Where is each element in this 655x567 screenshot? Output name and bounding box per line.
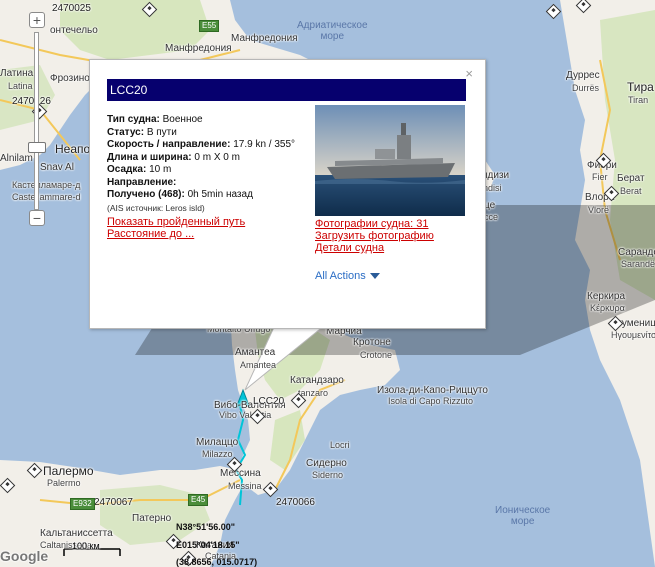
detail-value: В пути	[146, 126, 177, 138]
map-label-city: Керкира	[587, 291, 626, 302]
detail-label: Получено (468):	[107, 189, 185, 200]
map-label-city: Сидерно	[306, 458, 347, 469]
detail-row-destination: Направление:	[107, 177, 302, 190]
detail-value: 10 m	[149, 164, 172, 175]
upload-photo-link[interactable]: Загрузить фотографию	[315, 230, 475, 242]
show-track-link[interactable]: Показать пройденный путь	[107, 216, 302, 228]
map-label-city: Патерно	[132, 513, 172, 524]
map-label-city: Палермо	[43, 464, 94, 478]
vessel-details-link[interactable]: Детали судна	[315, 242, 475, 254]
detail-label: Осадка:	[107, 164, 147, 175]
detail-value: 0h 5min назад	[187, 189, 253, 200]
map-label-city: Tiran	[628, 95, 649, 105]
map-label-city: Манфредония	[165, 43, 232, 54]
map-label-city: Vlorë	[588, 205, 610, 215]
zoom-in-button[interactable]: +	[29, 12, 45, 28]
map-label-city: Тира	[627, 80, 654, 94]
vessel-details: Тип судна: Военное Статус: В пути Скорос…	[107, 114, 302, 240]
detail-label: Длина и ширина:	[107, 151, 192, 163]
google-logo: Google	[0, 548, 49, 564]
detail-row-status: Статус: В пути	[107, 127, 302, 140]
map-label-city: Катандзаро	[290, 375, 344, 386]
road-sign: E932	[70, 498, 95, 510]
vessel-label[interactable]: LCC20	[253, 396, 284, 407]
map-label-city: Мессина	[220, 468, 261, 479]
detail-row-speed: Скорость / направление: 17.9 kn / 355°	[107, 139, 302, 152]
detail-value: 0 m X 0 m	[194, 151, 240, 163]
all-actions-label: All Actions	[315, 270, 366, 282]
photo-links: Фотографии судна: 31 Загрузить фотографи…	[315, 218, 475, 254]
map-label-city: Messina	[228, 481, 262, 491]
zoom-slider-track[interactable]	[34, 32, 39, 210]
detail-label: Направление:	[107, 176, 177, 188]
map-label-city: Berat	[620, 186, 642, 196]
map-label-city: Locri	[330, 440, 350, 450]
map-label-city: Siderno	[312, 470, 344, 480]
vessel-info-popup: × LCC20 Тип судна: Военное Статус: В пут…	[89, 59, 486, 329]
map-label-city: Манфредония	[231, 33, 298, 44]
road-sign: E45	[188, 494, 209, 506]
map-label-station-id: 2470067	[94, 497, 133, 508]
distance-to-link[interactable]: Расстояние до ...	[107, 228, 302, 240]
map-label-sea: Ионическое море	[495, 505, 551, 527]
vessel-photos-link[interactable]: Фотографии судна: 31	[315, 218, 475, 230]
coordinate-decimal: (38.8656, 015.0717)	[176, 557, 258, 567]
chevron-down-icon	[369, 273, 380, 280]
ship-photo-image	[315, 105, 465, 216]
map-label-station-id: 2470066	[276, 497, 315, 508]
detail-label: Тип судна:	[107, 114, 160, 125]
vessel-photo[interactable]	[315, 105, 465, 216]
map-label-city: Амантеа	[235, 347, 276, 358]
detail-label: Статус:	[107, 126, 145, 138]
zoom-control: + −	[26, 12, 48, 234]
map-label-city: Κέρκυρα	[590, 303, 625, 313]
scale-label: 100 км	[72, 541, 100, 551]
map-label-city: Crotone	[360, 350, 393, 360]
map-label-city: Кротоне	[353, 337, 391, 348]
detail-row-draft: Осадка: 10 m	[107, 164, 302, 177]
detail-label: Скорость / направление:	[107, 139, 231, 150]
map-label-city: Дуррес	[566, 70, 600, 81]
ais-source: (AIS источник: Leros isld)	[107, 202, 205, 213]
map-label-city: Amantea	[240, 360, 277, 370]
zoom-out-button[interactable]: −	[29, 210, 45, 226]
map-label-city: ндизи	[482, 170, 510, 181]
popup-title: LCC20	[107, 79, 466, 101]
road-sign: E55	[199, 20, 220, 32]
map-label-city: Isola di Capo Rizzuto	[388, 396, 474, 406]
detail-value: 17.9 kn / 355°	[233, 139, 296, 150]
map-label-sea: Адриатическое море	[297, 20, 368, 42]
map-label-city: Саранде	[618, 247, 655, 258]
detail-row-received: Получено (468): 0h 5min назад	[107, 189, 302, 202]
detail-value: Военное	[162, 114, 203, 125]
map-label-city: Изола-ди-Капо-Риццуто	[377, 385, 488, 396]
map-label-city: Sarandë	[621, 259, 655, 269]
map-label-city: Durrës	[572, 83, 600, 93]
zoom-slider-thumb[interactable]	[28, 142, 46, 153]
map-label-station-id: 2470025	[52, 3, 91, 14]
map-label-city: онтечельо	[50, 25, 98, 36]
map-label-city: cce	[484, 212, 499, 222]
coordinate-lat: N38°51'56.00"	[176, 522, 236, 532]
close-icon[interactable]: ×	[465, 67, 473, 80]
detail-row-dims: Длина и ширина: 0 m X 0 m	[107, 152, 302, 165]
map-label-city: Неапо	[55, 142, 91, 156]
map-label-city: Palermo	[47, 478, 81, 488]
map-label-city: Берат	[617, 173, 645, 184]
map-label-city: Fier	[592, 172, 608, 182]
map-label-city: Милаццо	[196, 437, 239, 448]
detail-row-type: Тип судна: Военное	[107, 114, 302, 127]
all-actions-dropdown[interactable]: All Actions	[315, 270, 380, 282]
map-label-city: Ηγουμενίτσα	[611, 330, 655, 340]
coordinate-lon: E015°04'18.15"	[176, 540, 240, 550]
map-label-city: Milazzo	[202, 449, 233, 459]
map-label-city: Кальтаниссетта	[40, 528, 113, 539]
